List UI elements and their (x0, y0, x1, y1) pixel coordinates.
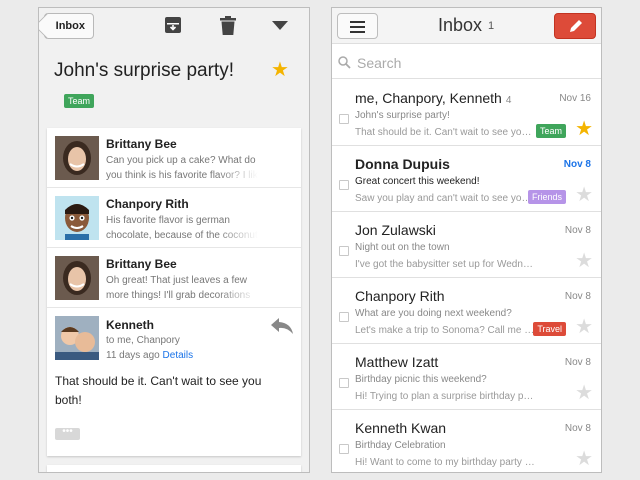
search-bar[interactable]: Search (332, 45, 601, 79)
thread-date: Nov 8 (564, 291, 591, 302)
thread-subject: Night out on the town (355, 242, 450, 253)
next-card (47, 465, 301, 472)
thread-row[interactable]: Chanpory Rith Nov 8 What are you doing nex… (332, 278, 601, 344)
star-icon[interactable]: ★ (271, 60, 289, 80)
thread-subject: What are you doing next weekend? (355, 308, 512, 319)
search-input[interactable]: Search (357, 55, 401, 71)
thread-checkbox[interactable] (339, 246, 349, 256)
message-snippet: Can you pick up a cake? What do you thin… (106, 155, 258, 183)
thread-checkbox[interactable] (339, 444, 349, 454)
thread-checkbox[interactable] (339, 180, 349, 190)
thread-row[interactable]: me, Chanpory, Kenneth 4 Nov 16 John's surpr… (332, 80, 601, 146)
menu-button[interactable] (337, 13, 378, 39)
thread-date: Nov 8 (564, 225, 591, 236)
thread-label[interactable]: Travel (533, 322, 566, 336)
message-body: That should be it. Can't wait to see you… (55, 374, 262, 407)
thread-subject: Great concert this weekend! (355, 176, 480, 187)
label-team[interactable]: Team (64, 94, 95, 108)
search-icon (338, 56, 351, 69)
thread-snippet: Saw you play and can't wait to see you p… (355, 193, 535, 204)
message-sender: Brittany Bee (106, 257, 177, 271)
message-snippet: Oh great! That just leaves a few more th… (106, 273, 258, 303)
message-list: Brittany Bee Can you pick up a cake? Wha… (47, 128, 301, 456)
message-meta: 11 days ago Details (106, 350, 193, 361)
thread-date: Nov 16 (559, 93, 591, 104)
thread-sender: Kenneth Kwan (355, 420, 447, 436)
thread-subject: Birthday Celebration (355, 440, 446, 451)
inbox-toolbar: Inbox 1 (332, 8, 601, 44)
thread-label[interactable]: Friends (527, 190, 566, 204)
thread-row[interactable]: Jon Zulawski Nov 8 Night out on the town I'… (332, 212, 601, 278)
thread-snippet: Hi! Trying to plan a surprise birthday p… (355, 391, 535, 402)
message-snippet: His favorite flavor is german chocolate,… (106, 215, 258, 243)
thread-row[interactable]: Donna Dupuis Nov 8 Great concert this week… (332, 146, 601, 212)
message-item[interactable]: Brittany Bee Oh great! That just leaves … (47, 248, 301, 308)
more-options-icon[interactable] (272, 21, 288, 30)
details-link[interactable]: Details (163, 350, 194, 361)
star-icon[interactable]: ★ (575, 185, 593, 205)
thread-subject: John's surprise party! (355, 110, 450, 121)
thread-snippet: That should be it. Can't wait to see you… (355, 127, 535, 138)
message-item[interactable]: Brittany Bee Can you pick up a cake? Wha… (47, 128, 301, 188)
conversation-subject: John's surprise party! (54, 60, 234, 81)
archive-icon[interactable] (164, 16, 182, 34)
avatar (55, 136, 99, 180)
pencil-icon (570, 20, 582, 32)
reply-icon[interactable] (271, 318, 293, 334)
star-icon[interactable]: ★ (575, 251, 593, 271)
star-icon[interactable]: ★ (575, 119, 593, 139)
thread-snippet: I've got the babysitter set up for Wedne… (355, 259, 535, 270)
thread-subject: Birthday picnic this weekend? (355, 374, 487, 385)
message-sender: Brittany Bee (106, 137, 177, 151)
back-button-label: Inbox (55, 20, 85, 32)
inbox-title: Inbox (438, 15, 483, 35)
message-item[interactable]: Chanpory Rith His favorite flavor is ger… (47, 188, 301, 248)
thread-row[interactable]: Matthew Izatt Nov 8 Birthday picnic this w… (332, 344, 601, 410)
star-icon[interactable]: ★ (575, 449, 593, 469)
thread-sender: Donna Dupuis (355, 156, 450, 172)
thread-date: Nov 8 (563, 159, 591, 170)
message-recipients: to me, Chanpory (106, 335, 180, 346)
inbox-screen: Inbox 1 Search me, Chanpory, Kenneth 4 Nov… (331, 7, 602, 473)
thread-checkbox[interactable] (339, 312, 349, 322)
show-trimmed-content-button[interactable]: ••• (55, 427, 80, 440)
avatar (55, 196, 99, 240)
trash-icon[interactable] (220, 16, 236, 35)
message-sender: Chanpory Rith (106, 197, 189, 211)
thread-sender: Jon Zulawski (355, 222, 436, 238)
thread-checkbox[interactable] (339, 114, 349, 124)
star-icon[interactable]: ★ (575, 317, 593, 337)
thread-sender: Chanpory Rith (355, 288, 445, 304)
unread-count: 1 (488, 20, 495, 32)
compose-button[interactable] (554, 13, 596, 39)
thread-sender: Matthew Izatt (355, 354, 439, 370)
thread-snippet: Let's make a trip to Sonoma? Call me whe… (355, 325, 535, 336)
conversation-toolbar: Inbox (39, 8, 309, 44)
thread-message-count: 4 (505, 95, 512, 106)
message-sender: Kenneth (106, 318, 154, 332)
thread-date: Nov 8 (564, 357, 591, 368)
star-icon[interactable]: ★ (575, 383, 593, 403)
thread-checkbox[interactable] (339, 378, 349, 388)
thread-sender: me, Chanpory, Kenneth 4 (355, 90, 512, 106)
avatar (55, 316, 99, 360)
back-to-inbox-button[interactable]: Inbox (44, 13, 94, 39)
thread-date: Nov 8 (564, 423, 591, 434)
thread-row[interactable]: Kenneth Kwan Nov 8 Birthday Celebration Hi!… (332, 410, 601, 472)
thread-snippet: Hi! Want to come to my birthday party th… (355, 457, 535, 468)
conversation-screen: Inbox John's surprise party! ★ Team Brit… (38, 7, 310, 473)
thread-label[interactable]: Team (535, 124, 566, 138)
avatar (55, 256, 99, 300)
message-time: 11 days ago (106, 350, 160, 361)
